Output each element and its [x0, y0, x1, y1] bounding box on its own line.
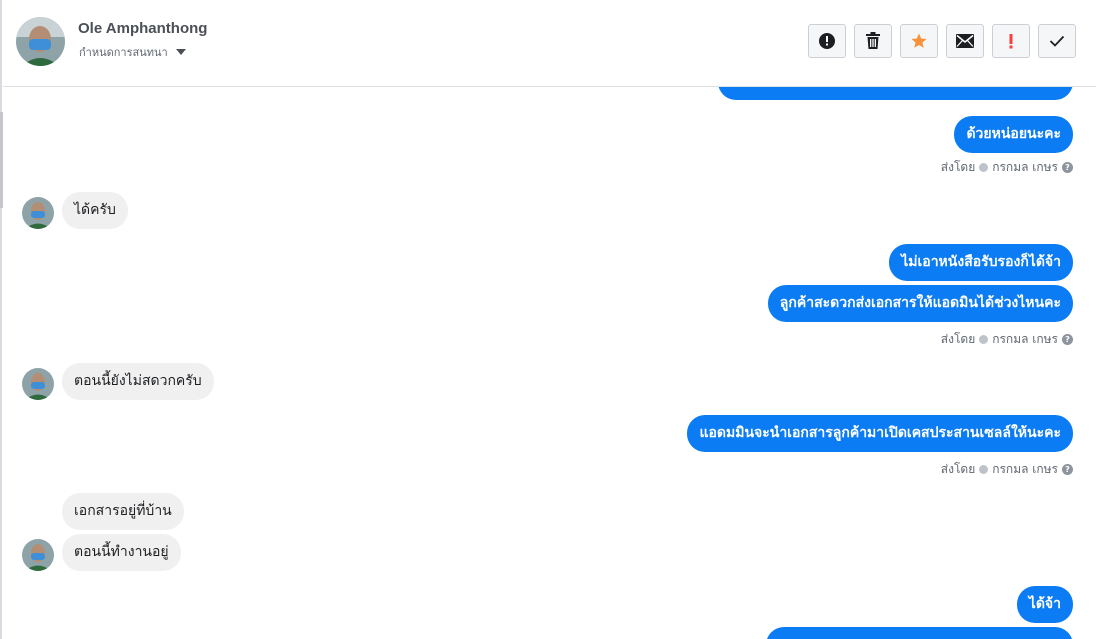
sent-by-label: ส่งโดย — [940, 462, 976, 476]
message-bubble-outgoing: ด้วยหน่อยนะคะ — [954, 116, 1073, 153]
star-button[interactable] — [900, 24, 938, 58]
message-bubble-outgoing-cutoff — [766, 627, 1073, 639]
envelope-icon — [956, 34, 974, 48]
sender-name[interactable]: กรกมล เกษร — [992, 460, 1058, 479]
conversation-settings-label: กำหนดการสนทนา — [79, 46, 168, 59]
message-bubble-incoming: ได้ครับ — [62, 192, 128, 229]
exclamation-circle-icon — [819, 33, 835, 49]
sender-name[interactable]: กรกมล เกษร — [992, 158, 1058, 177]
help-icon[interactable]: ? — [1062, 464, 1073, 475]
message-bubble-incoming: ตอนนี้ทำงานอยู่ — [62, 534, 181, 571]
trash-icon — [866, 32, 880, 49]
conversation-header: Ole Amphanthong กำหนดการสนทนา — [3, 0, 1096, 87]
help-icon[interactable]: ? — [1062, 162, 1073, 173]
message-bubble-outgoing: แอดมมินจะนำเอกสารลูกค้ามาเปิดเคสประสานเซ… — [687, 415, 1073, 452]
delete-button[interactable] — [854, 24, 892, 58]
message-bubble-incoming: เอกสารอยู่ที่บ้าน — [62, 493, 184, 530]
sent-by-line: ส่งโดย กรกมล เกษร ? — [941, 460, 1073, 479]
message-thread: ด้วยหน่อยนะคะ ส่งโดย กรกมล เกษร ? ได้ครั… — [3, 87, 1096, 639]
sent-by-line: ส่งโดย กรกมล เกษร ? — [941, 158, 1073, 177]
contact-avatar-small[interactable] — [22, 368, 54, 400]
mark-done-button[interactable] — [1038, 24, 1076, 58]
contact-avatar-small[interactable] — [22, 197, 54, 229]
contact-name[interactable]: Ole Amphanthong — [78, 20, 207, 37]
contact-avatar-small[interactable] — [22, 539, 54, 571]
mark-unread-button[interactable] — [946, 24, 984, 58]
status-dot-icon — [979, 465, 989, 474]
caret-down-icon — [175, 49, 186, 55]
important-button[interactable] — [992, 24, 1030, 58]
message-bubble-outgoing: ได้จ้า — [1016, 586, 1073, 623]
sender-name[interactable]: กรกมล เกษร — [992, 330, 1058, 349]
left-frame-border — [0, 0, 2, 639]
action-toolbar — [808, 24, 1076, 58]
status-dot-icon — [979, 163, 989, 172]
star-icon — [911, 33, 927, 48]
status-dot-icon — [979, 335, 989, 344]
sent-by-label: ส่งโดย — [940, 160, 976, 174]
message-bubble-outgoing-cutoff — [718, 87, 1073, 100]
message-bubble-outgoing: ไม่เอาหนังสือรับรองก็ได้จ้า — [889, 244, 1073, 281]
help-icon[interactable]: ? — [1062, 334, 1073, 345]
sent-by-line: ส่งโดย กรกมล เกษร ? — [941, 330, 1073, 349]
checkmark-icon — [1049, 35, 1065, 47]
sent-by-label: ส่งโดย — [940, 332, 976, 346]
exclamation-icon — [1009, 34, 1013, 49]
conversation-settings-dropdown[interactable]: กำหนดการสนทนา — [79, 43, 186, 61]
contact-avatar[interactable] — [16, 17, 65, 66]
message-bubble-outgoing: ลูกค้าสะดวกส่งเอกสารให้แอดมินได้ช่วงไหนค… — [767, 285, 1073, 322]
message-bubble-incoming: ตอนนี้ยังไม่สดวกครับ — [62, 363, 214, 400]
report-spam-button[interactable] — [808, 24, 846, 58]
